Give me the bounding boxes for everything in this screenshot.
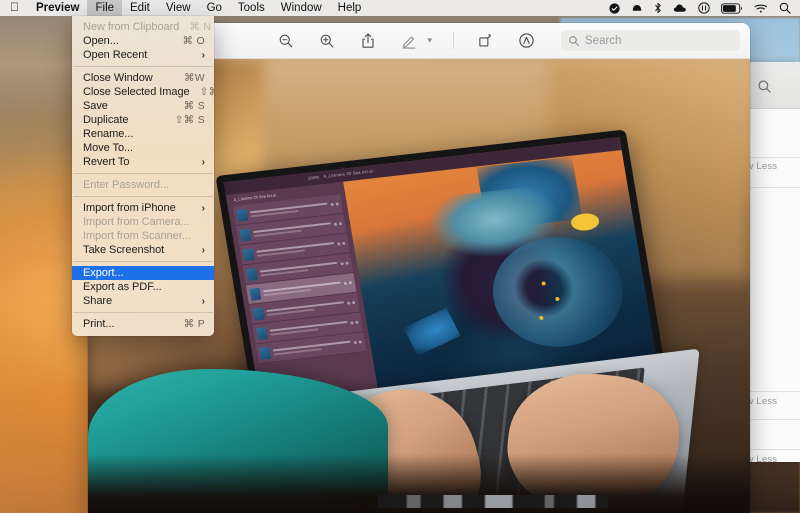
dropbox-icon[interactable] xyxy=(631,3,643,14)
zoom-out-icon[interactable] xyxy=(276,31,296,51)
menubar-item-help[interactable]: Help xyxy=(330,0,370,16)
menu-item-rename[interactable]: Rename... xyxy=(72,127,214,141)
zoom-in-icon[interactable] xyxy=(317,31,337,51)
menu-item-shortcut: ⌘ N xyxy=(189,21,212,33)
menu-separator xyxy=(73,261,213,262)
chevron-down-icon[interactable]: ▾ xyxy=(427,35,432,46)
menu-item-label: Enter Password... xyxy=(83,179,169,191)
menu-item-label: Import from Camera... xyxy=(83,216,190,228)
menu-item-shortcut: ⌘ P xyxy=(183,318,205,330)
checkmark-circle-icon[interactable] xyxy=(609,2,620,14)
laptop-ports xyxy=(378,495,608,508)
menubar-status-items[interactable] xyxy=(609,2,800,14)
chevron-right-icon: › xyxy=(201,295,205,307)
apple-logo-icon[interactable]:  xyxy=(0,0,28,16)
menu-item-import-from-iphone[interactable]: Import from iPhone › xyxy=(72,201,214,215)
menu-separator xyxy=(73,66,213,67)
menu-item-print[interactable]: Print... ⌘ P xyxy=(72,317,214,331)
menu-item-open-recent[interactable]: Open Recent › xyxy=(72,48,214,62)
bluetooth-icon[interactable] xyxy=(654,2,662,14)
menu-item-export-as-pdf[interactable]: Export as PDF... xyxy=(72,280,214,294)
menu-item-label: Open Recent xyxy=(83,49,148,61)
search-icon[interactable] xyxy=(757,79,772,99)
wifi-icon[interactable] xyxy=(754,3,768,14)
menu-item-close-window[interactable]: Close Window ⌘W xyxy=(72,71,214,85)
menubar-item-file[interactable]: File xyxy=(87,0,123,16)
menu-item-export[interactable]: Export... xyxy=(72,266,214,280)
search-input[interactable]: Search xyxy=(561,30,740,51)
menu-item-label: Print... xyxy=(83,318,115,330)
cloud-icon[interactable] xyxy=(673,3,687,13)
menu-item-shortcut: ⇧⌘ S xyxy=(174,114,205,126)
menubar-item-tools[interactable]: Tools xyxy=(230,0,273,16)
menubar-item-edit[interactable]: Edit xyxy=(122,0,158,16)
menu-item-label: Take Screenshot xyxy=(83,244,165,256)
menu-item-revert-to[interactable]: Revert To › xyxy=(72,155,214,169)
preview-toolbar[interactable]: ▾ Search xyxy=(276,30,740,51)
toolbar-divider xyxy=(453,32,454,49)
menu-item-share[interactable]: Share › xyxy=(72,294,214,308)
menu-item-label: Duplicate xyxy=(83,114,129,126)
menu-separator xyxy=(73,173,213,174)
menu-item-shortcut: ⌘W xyxy=(183,72,205,84)
battery-icon[interactable] xyxy=(721,2,743,14)
desktop-screen: ow Less ow Less ow Less ator.jpg xyxy=(0,0,800,513)
markup-pen-icon[interactable] xyxy=(399,31,419,51)
spotlight-search-icon[interactable] xyxy=(779,2,791,14)
menu-item-import-from-camera: Import from Camera... xyxy=(72,215,214,229)
menu-item-take-screenshot[interactable]: Take Screenshot › xyxy=(72,243,214,257)
menu-item-label: Open... xyxy=(83,35,119,47)
menubar-app-name[interactable]: Preview xyxy=(28,0,87,16)
menubar-item-window[interactable]: Window xyxy=(273,0,330,16)
menubar-item-view[interactable]: View xyxy=(158,0,199,16)
file-menu-dropdown[interactable]: New from Clipboard ⌘ N Open... ⌘ O Open Rece… xyxy=(72,16,214,336)
menubar-item-go[interactable]: Go xyxy=(199,0,230,16)
menu-item-duplicate[interactable]: Duplicate ⇧⌘ S xyxy=(72,113,214,127)
menu-item-shortcut: ⇧⌘W xyxy=(199,86,214,98)
chevron-right-icon: › xyxy=(201,202,205,214)
menu-item-label: Rename... xyxy=(83,128,134,140)
chevron-right-icon: › xyxy=(201,49,205,61)
menu-item-move-to[interactable]: Move To... xyxy=(72,141,214,155)
menu-item-label: Revert To xyxy=(83,156,130,168)
menu-item-label: Move To... xyxy=(83,142,134,154)
search-placeholder: Search xyxy=(585,34,622,47)
annotate-icon[interactable] xyxy=(516,31,536,51)
share-icon[interactable] xyxy=(358,31,378,51)
menu-item-label: Close Selected Image xyxy=(83,86,190,98)
menu-item-label: Save xyxy=(83,100,108,112)
do-not-disturb-icon[interactable] xyxy=(698,2,710,14)
menu-item-label: Share xyxy=(83,295,113,307)
menu-item-save[interactable]: Save ⌘ S xyxy=(72,99,214,113)
menu-item-label: Export... xyxy=(83,267,124,279)
menu-item-enter-password: Enter Password... xyxy=(72,178,214,192)
menu-separator xyxy=(73,312,213,313)
menu-item-shortcut: ⌘ S xyxy=(183,100,205,112)
menu-item-import-from-scanner: Import from Scanner... xyxy=(72,229,214,243)
menu-item-label: Close Window xyxy=(83,72,153,84)
rotate-icon[interactable] xyxy=(475,31,495,51)
menu-item-label: Import from Scanner... xyxy=(83,230,191,242)
menu-separator xyxy=(73,196,213,197)
macos-menubar[interactable]:  Preview File Edit View Go Tools Window… xyxy=(0,0,800,16)
menubar-left[interactable]:  Preview File Edit View Go Tools Window… xyxy=(0,0,369,16)
search-icon xyxy=(569,35,580,46)
menu-item-label: New from Clipboard xyxy=(83,21,180,33)
menu-item-shortcut: ⌘ O xyxy=(182,35,205,47)
menu-item-label: Import from iPhone xyxy=(83,202,176,214)
chevron-right-icon: › xyxy=(201,156,205,168)
menu-item-new-from-clipboard: New from Clipboard ⌘ N xyxy=(72,20,214,34)
menu-item-close-selected-image[interactable]: Close Selected Image ⇧⌘W xyxy=(72,85,214,99)
menu-item-open[interactable]: Open... ⌘ O xyxy=(72,34,214,48)
menu-item-label: Export as PDF... xyxy=(83,281,162,293)
chevron-right-icon: › xyxy=(201,244,205,256)
